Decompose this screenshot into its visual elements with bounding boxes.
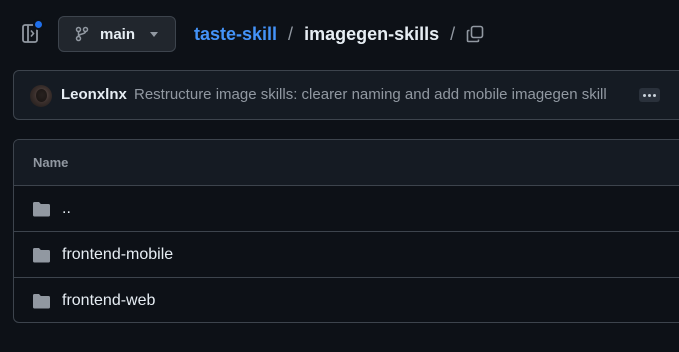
notification-dot: [33, 19, 44, 30]
ellipsis-dot: [643, 93, 646, 97]
folder-icon: [32, 247, 51, 263]
breadcrumb-repo-link[interactable]: taste-skill: [194, 24, 277, 45]
folder-icon: [32, 293, 51, 309]
commit-author-link[interactable]: Leonxlnx: [61, 86, 127, 103]
sidebar-toggle-button[interactable]: [20, 19, 44, 44]
chevron-down-icon: [150, 32, 158, 37]
column-header-name: Name: [33, 155, 69, 170]
file-name-link[interactable]: frontend-mobile: [62, 246, 173, 264]
table-row[interactable]: frontend-web: [14, 278, 679, 322]
avatar[interactable]: [30, 85, 52, 107]
table-header: Name: [14, 140, 679, 186]
ellipsis-dot: [648, 93, 651, 97]
copy-icon: [466, 25, 484, 43]
folder-icon: [32, 201, 51, 217]
copy-path-button[interactable]: [465, 24, 485, 44]
branch-selector-button[interactable]: main: [58, 16, 176, 52]
commit-message-link[interactable]: Restructure image skills: clearer naming…: [134, 86, 607, 103]
breadcrumb-separator: /: [288, 23, 294, 44]
branch-label: main: [100, 25, 136, 43]
breadcrumb: taste-skill / imagegen-skills /: [194, 22, 466, 46]
file-name-link[interactable]: ..: [62, 200, 71, 218]
ellipsis-icon[interactable]: [639, 88, 660, 102]
breadcrumb-separator: /: [450, 23, 456, 44]
file-name-link[interactable]: frontend-web: [62, 292, 155, 310]
table-row[interactable]: ..: [14, 186, 679, 232]
git-branch-icon: [74, 26, 90, 42]
table-row[interactable]: frontend-mobile: [14, 232, 679, 278]
latest-commit-bar: Leonxlnx Restructure image skills: clear…: [13, 70, 679, 120]
repo-header: main taste-skill / imagegen-skills /: [0, 0, 679, 68]
breadcrumb-current-folder: imagegen-skills: [304, 23, 440, 44]
file-table: Name .. frontend-mobile frontend-web: [13, 139, 679, 323]
ellipsis-dot: [653, 93, 656, 97]
